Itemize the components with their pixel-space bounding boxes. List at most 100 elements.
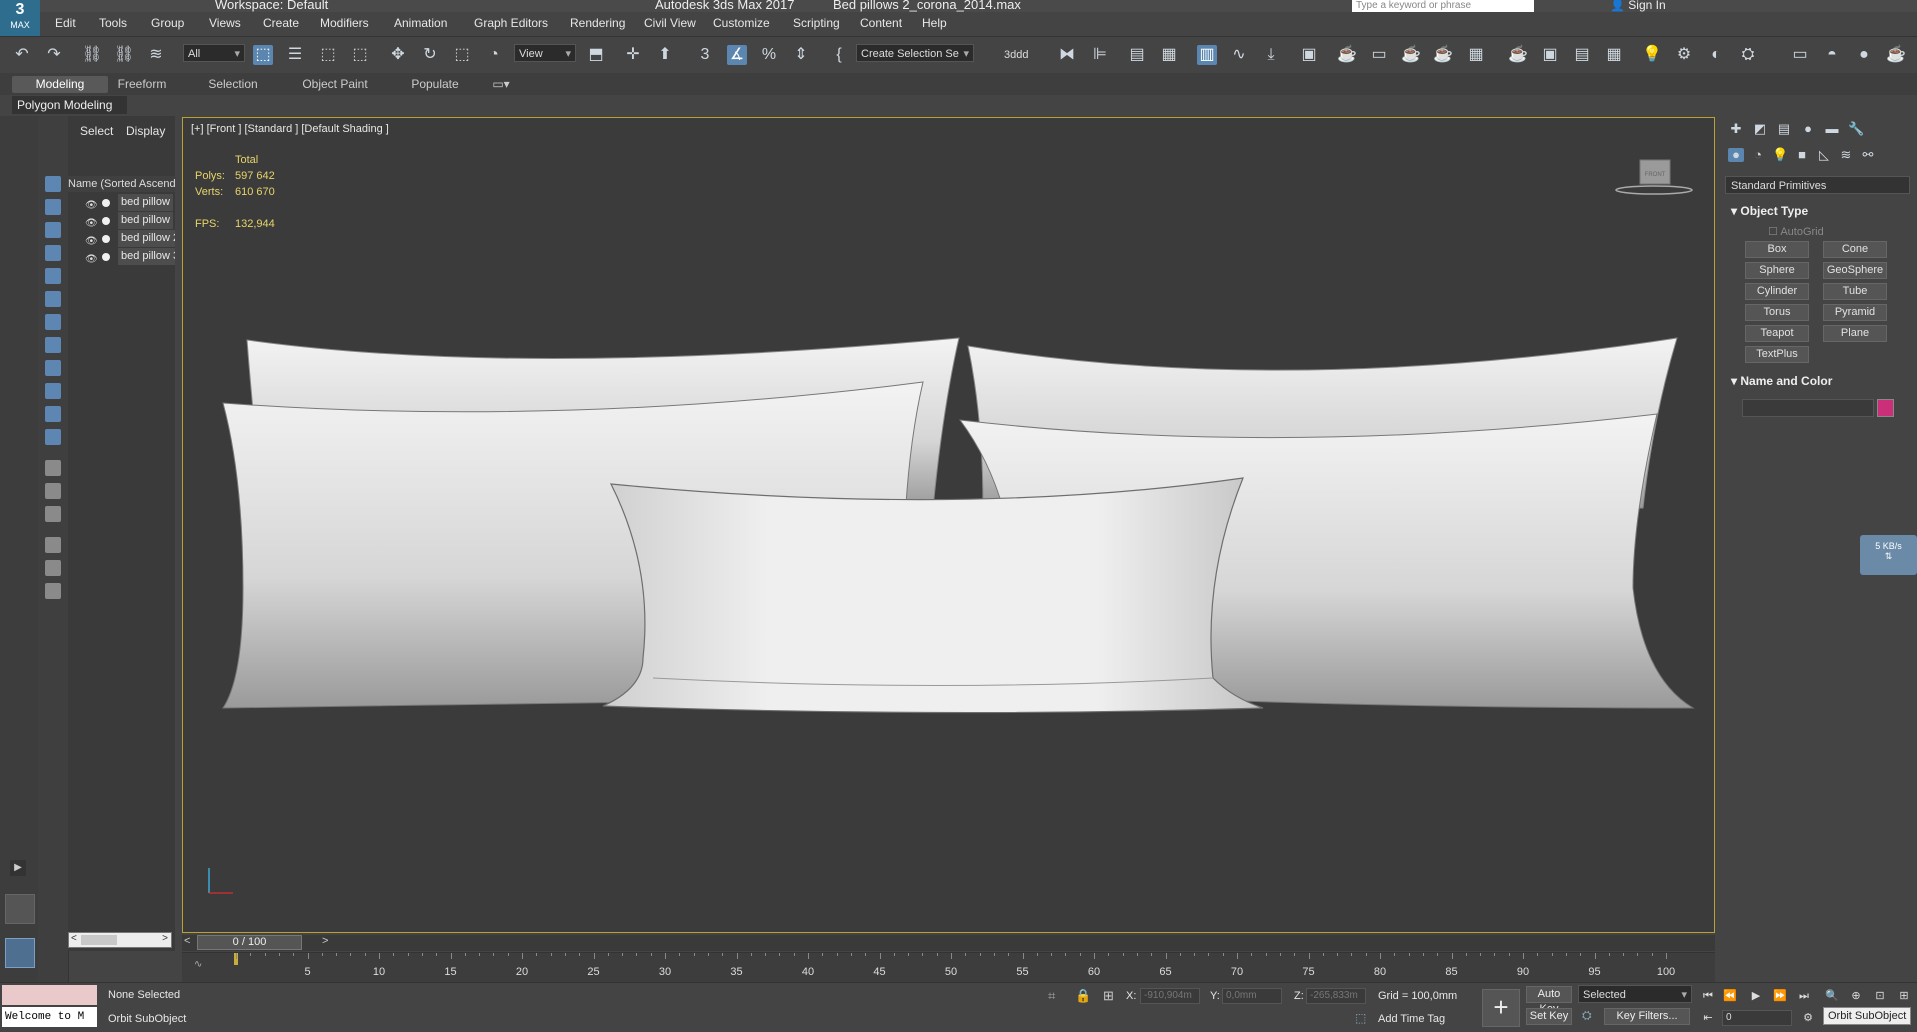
workspace-selector[interactable]: Workspace: Default	[215, 0, 328, 12]
display-xrefs-icon[interactable]	[45, 337, 61, 353]
render-grid-icon[interactable]: ▦	[1466, 45, 1486, 65]
geometry-category-icon[interactable]: ●	[1728, 148, 1744, 162]
named-selection-set-dropdown[interactable]: Create Selection Se	[856, 44, 974, 63]
display-frozen-icon[interactable]	[45, 406, 61, 422]
visibility-eye-icon[interactable]: 👁	[85, 215, 98, 229]
time-configuration-icon[interactable]: ⚙	[1800, 1010, 1816, 1026]
filter-icon[interactable]	[45, 560, 61, 576]
render-setup-icon[interactable]: ☕	[1337, 45, 1357, 65]
snaps-toggle-icon[interactable]: 3	[695, 45, 715, 65]
menu-views[interactable]: Views	[209, 16, 241, 30]
zoom-extents-icon[interactable]: ⊡	[1872, 988, 1888, 1004]
spacewarps-category-icon[interactable]: ≋	[1838, 148, 1854, 162]
modify-tab-icon[interactable]: ◩	[1752, 122, 1768, 136]
menu-graph-editors[interactable]: Graph Editors	[474, 16, 548, 30]
display-helpers-icon[interactable]	[45, 268, 61, 284]
ribbon-options-icon[interactable]: ▭▾	[488, 76, 514, 93]
freeze-dot-icon[interactable]	[102, 235, 110, 243]
display-lights-icon[interactable]	[45, 222, 61, 238]
set-key-button[interactable]: Set Key	[1526, 1008, 1572, 1025]
primitive-type-dropdown[interactable]: Standard Primitives	[1725, 176, 1910, 194]
time-next-icon[interactable]: >	[322, 935, 328, 947]
display-bones-icon[interactable]	[45, 360, 61, 376]
toggle-layer-explorer-icon[interactable]: ▦	[1159, 45, 1179, 65]
absolute-mode-icon[interactable]: ⊞	[1103, 988, 1114, 1004]
display-containers-icon[interactable]	[45, 383, 61, 399]
freeze-dot-icon[interactable]	[102, 253, 110, 261]
current-frame-field[interactable]: 0	[1722, 1010, 1792, 1026]
display-none-icon[interactable]	[45, 483, 61, 499]
menu-tools[interactable]: Tools	[99, 16, 127, 30]
time-prev-icon[interactable]: <	[184, 935, 190, 947]
mirror-icon[interactable]: ⧓	[1057, 45, 1077, 65]
add-time-tag-button[interactable]: Add Time Tag	[1378, 1013, 1445, 1025]
curve-editor-mini-icon[interactable]: ∿	[194, 959, 202, 970]
scroll-right-icon[interactable]: >	[162, 933, 168, 944]
app-logo[interactable]: 3 MAX	[0, 0, 40, 36]
explorer-row[interactable]: 👁 bed pillow	[68, 194, 175, 211]
auto-key-button[interactable]: Auto Key	[1526, 986, 1572, 1015]
viewport-layout-thumb-active[interactable]	[5, 938, 35, 968]
visibility-eye-icon[interactable]: 👁	[85, 251, 98, 265]
teapot-render-icon[interactable]: ☕	[1508, 45, 1528, 65]
time-tag-icon[interactable]: ⬚	[1355, 1011, 1366, 1025]
align-icon[interactable]: ⊫	[1090, 45, 1110, 65]
pivot-center-icon[interactable]: ⬒	[586, 45, 606, 65]
toggle-ribbon-icon[interactable]: ▥	[1197, 45, 1217, 65]
visibility-eye-icon[interactable]: 👁	[85, 197, 98, 211]
box-button[interactable]: Box	[1745, 241, 1809, 258]
play-icon[interactable]: ▶	[1748, 988, 1764, 1004]
display-shapes-icon[interactable]	[45, 199, 61, 215]
name-and-color-rollout[interactable]: ▾ Name and Color	[1731, 374, 1832, 388]
selection-lock-icon[interactable]: 🔒	[1075, 988, 1091, 1004]
key-filter-icon[interactable]: ⛭	[1582, 1008, 1592, 1023]
display-all-icon[interactable]	[45, 460, 61, 476]
lights-category-icon[interactable]: 💡	[1772, 148, 1788, 162]
menu-scripting[interactable]: Scripting	[793, 16, 840, 30]
render-production-icon[interactable]: ☕	[1401, 45, 1421, 65]
rendered-frame-window-icon[interactable]: ▭	[1369, 45, 1389, 65]
reference-coordinate-dropdown[interactable]: View	[514, 44, 576, 63]
zoom-all-icon[interactable]: ⊕	[1848, 988, 1864, 1004]
link-icon[interactable]: ⛓	[82, 45, 102, 65]
rotate-icon[interactable]: ↻	[420, 45, 440, 65]
ribbon-tab-selection[interactable]: Selection	[202, 76, 264, 93]
utilities-tab-icon[interactable]: 🔧	[1848, 122, 1864, 136]
search-input[interactable]: Type a keyword or phrase	[1352, 0, 1534, 12]
object-type-rollout[interactable]: ▾ Object Type	[1731, 204, 1808, 218]
visibility-eye-icon[interactable]: 👁	[85, 233, 98, 247]
freeze-dot-icon[interactable]	[102, 199, 110, 207]
corona-camera-icon[interactable]: ⛭	[1738, 45, 1758, 65]
corona-interactive-icon[interactable]: ◐	[1706, 45, 1726, 65]
menu-customize[interactable]: Customize	[713, 16, 770, 30]
expand-arrow-icon[interactable]: ▶	[10, 860, 26, 876]
select-by-name-icon[interactable]: ☰	[285, 45, 305, 65]
zoom-extents-all-icon[interactable]: ⊞	[1896, 988, 1912, 1004]
display-cameras-icon[interactable]	[45, 245, 61, 261]
create-tab-icon[interactable]: ✚	[1728, 122, 1744, 136]
explorer-horizontal-scrollbar[interactable]: < >	[68, 932, 172, 948]
window-crossing-icon[interactable]: ⬚	[350, 45, 370, 65]
go-to-end-icon[interactable]: ⏭	[1796, 988, 1812, 1004]
curve-editor-icon[interactable]: ∿	[1229, 45, 1249, 65]
time-slider[interactable]: < 0 / 100 >	[182, 935, 1715, 951]
display-geometry-icon[interactable]	[45, 176, 61, 192]
menu-help[interactable]: Help	[922, 16, 947, 30]
time-slider-thumb[interactable]: 0 / 100	[197, 935, 302, 950]
x-coordinate-field[interactable]: -910,904m	[1140, 988, 1200, 1004]
undo-icon[interactable]: ↶	[12, 45, 32, 65]
explorer-row[interactable]: 👁 bed pillow	[68, 212, 175, 229]
key-filters-button[interactable]: Key Filters...	[1604, 1008, 1690, 1025]
z-coordinate-field[interactable]: -265,833m	[1306, 988, 1366, 1004]
ribbon-tab-object-paint[interactable]: Object Paint	[295, 76, 375, 93]
pyramid-button[interactable]: Pyramid	[1823, 304, 1887, 321]
edit-named-selections-icon[interactable]: {	[829, 45, 849, 65]
place-icon[interactable]: ◔	[484, 45, 504, 65]
torus-button[interactable]: Torus	[1745, 304, 1809, 321]
angle-snap-icon[interactable]: ∡	[727, 45, 747, 65]
material-editor-icon[interactable]: ▣	[1299, 45, 1319, 65]
go-to-start-icon[interactable]: ⏮	[1700, 988, 1716, 1004]
motion-tab-icon[interactable]: ●	[1800, 122, 1816, 136]
spinner-snap-icon[interactable]: ⇕	[791, 45, 811, 65]
front-viewport[interactable]: [+] [Front ] [Standard ] [Default Shadin…	[182, 117, 1715, 933]
